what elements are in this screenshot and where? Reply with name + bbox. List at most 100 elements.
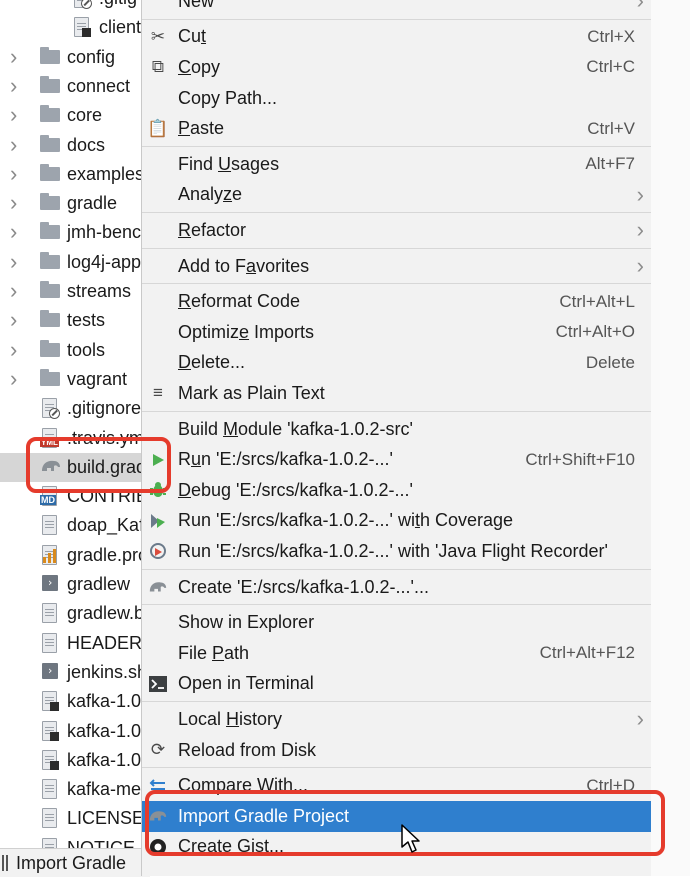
menu-item[interactable]: Delete... Delete — [142, 348, 652, 379]
tool-window-icon[interactable] — [2, 855, 8, 871]
tree-row[interactable]: › tools — [0, 336, 150, 365]
menu-item-label: File Path — [178, 642, 250, 663]
bar-shape — [53, 548, 56, 563]
tree-row[interactable]: › gradle — [0, 189, 150, 218]
tree-row[interactable]: HEADER — [0, 629, 150, 658]
clipboard-icon: 📋 — [147, 118, 169, 138]
chevron-right-icon[interactable]: › — [10, 162, 28, 184]
folder-icon — [40, 134, 62, 155]
menu-item[interactable]: File Path Ctrl+Alt+F12 — [142, 638, 652, 669]
submenu-arrow-icon: › — [636, 0, 644, 14]
tree-item-label: jenkins.sh — [67, 661, 148, 682]
folder-icon — [40, 281, 62, 301]
file-icon — [40, 691, 62, 712]
tree-row[interactable]: gradlew.bat — [0, 599, 150, 628]
tree-row[interactable]: doap_Kafka — [0, 511, 150, 540]
tree-row[interactable]: › connect — [0, 72, 150, 101]
tree-item-label: .gitignore — [67, 398, 142, 419]
tree-row[interactable]: .gitig — [0, 0, 150, 13]
tree-item-label: gradlew.bat — [67, 603, 150, 624]
tree-row[interactable]: › config — [0, 43, 150, 72]
menu-item[interactable]: Refactor › — [142, 215, 652, 246]
tree-row[interactable]: kafka-1.0 — [0, 687, 150, 716]
submenu-arrow-icon: › — [636, 253, 644, 279]
menu-item[interactable]: Analyze › — [142, 180, 652, 211]
menu-item[interactable]: ⧉ Copy Ctrl+C — [142, 52, 652, 83]
menu-item[interactable]: Find Usages Alt+F7 — [142, 149, 652, 180]
tree-row[interactable]: › gradlew — [0, 570, 150, 599]
menu-item[interactable]: Create 'E:/srcs/kafka-1.0.2-...'... — [142, 572, 652, 603]
tree-row[interactable]: › docs — [0, 131, 150, 160]
tree-row[interactable]: .gitignore — [0, 394, 150, 423]
bar-shape — [48, 552, 51, 563]
menu-item-label: Run 'E:/srcs/kafka-1.0.2-...' with 'Java… — [178, 540, 608, 561]
menu-item[interactable]: Add to Favorites › — [142, 251, 652, 282]
bar-shape — [43, 556, 46, 563]
menu-shortcut: Delete — [585, 352, 635, 372]
menu-item-label: Debug 'E:/srcs/kafka-1.0.2-...' — [178, 479, 413, 500]
shell-script-icon: › — [40, 574, 62, 594]
file-icon — [40, 779, 62, 800]
menu-item[interactable]: 📋 Paste Ctrl+V — [142, 113, 652, 144]
chevron-right-icon[interactable]: › — [10, 367, 28, 389]
chevron-right-icon[interactable]: › — [10, 104, 28, 126]
tree-row[interactable]: › vagrant — [0, 365, 150, 394]
menu-item[interactable]: Run 'E:/srcs/kafka-1.0.2-...' with Cover… — [142, 506, 652, 537]
chevron-right-icon[interactable]: › — [10, 133, 28, 155]
menu-item[interactable]: Show in Explorer — [142, 607, 652, 638]
menu-item[interactable]: Local History › — [142, 704, 652, 735]
folder-icon — [40, 222, 62, 242]
tree-row[interactable]: › streams — [0, 277, 150, 306]
tree-row[interactable]: gradle.properties — [0, 541, 150, 570]
chevron-right-icon[interactable]: › — [10, 280, 28, 302]
tree-row[interactable]: client — [0, 13, 150, 42]
folder-shape — [40, 75, 60, 93]
chevron-right-icon[interactable]: › — [10, 45, 28, 67]
menu-item[interactable]: Optimize Imports Ctrl+Alt+O — [142, 317, 652, 348]
menu-item[interactable]: Debug 'E:/srcs/kafka-1.0.2-...' — [142, 475, 652, 506]
coverage-icon — [148, 511, 168, 531]
menu-item[interactable]: ✂ Cut Ctrl+X — [142, 22, 652, 53]
menu-item[interactable]: Reformat Code Ctrl+Alt+L — [142, 286, 652, 317]
menu-item[interactable]: Copy Path... — [142, 83, 652, 114]
tree-row[interactable]: › core — [0, 101, 150, 130]
mouse-cursor-icon — [401, 824, 420, 853]
reload-icon: ⟳ — [150, 740, 166, 760]
menu-item[interactable]: ≡ Mark as Plain Text — [142, 378, 652, 409]
chevron-right-icon[interactable]: › — [10, 338, 28, 360]
chevron-right-icon[interactable]: › — [10, 309, 28, 331]
copy-icon: ⧉ — [151, 57, 165, 77]
menu-item[interactable]: Run 'E:/srcs/kafka-1.0.2-...' with 'Java… — [142, 536, 652, 567]
folder-shape — [40, 134, 60, 152]
chevron-right-icon[interactable]: › — [10, 221, 28, 243]
tree-row[interactable]: LICENSE — [0, 804, 150, 833]
folder-icon — [40, 46, 62, 67]
tree-item-label: kafka-1.0 — [67, 720, 142, 741]
tree-row[interactable]: kafka-1.0 — [0, 717, 150, 746]
binary-badge-icon — [50, 760, 59, 770]
file-icon — [40, 837, 62, 848]
md-badge-icon: MD — [40, 495, 56, 506]
tree-row[interactable]: › tests — [0, 306, 150, 335]
folder-icon — [40, 105, 62, 125]
tree-row[interactable]: NOTICE — [0, 834, 150, 848]
menu-item[interactable]: Run 'E:/srcs/kafka-1.0.2-...' Ctrl+Shift+… — [142, 444, 652, 475]
tree-row[interactable]: › jmh-benc — [0, 218, 150, 247]
chevron-right-icon[interactable]: › — [10, 74, 28, 96]
binary-badge-icon — [82, 28, 91, 38]
tree-row[interactable]: › jenkins.sh — [0, 658, 150, 687]
chevron-right-icon[interactable]: › — [10, 250, 28, 272]
tree-row[interactable]: kafka-1.0 — [0, 746, 150, 775]
tree-row[interactable]: kafka-merge — [0, 775, 150, 804]
menu-item[interactable]: New › — [142, 0, 652, 17]
menu-item-label: Analyze — [178, 184, 243, 205]
tree-row[interactable]: › examples — [0, 160, 150, 189]
file-shape — [42, 837, 57, 848]
menu-item[interactable]: Open in Terminal — [142, 669, 652, 700]
tree-item-label: kafka-1.0 — [67, 691, 142, 712]
tree-row[interactable]: › log4j-app — [0, 248, 150, 277]
menu-item[interactable]: ⟳ Reload from Disk — [142, 735, 652, 766]
tree-item-label: gradlew — [67, 574, 131, 594]
chevron-right-icon[interactable]: › — [10, 192, 28, 214]
menu-item[interactable]: Build Module 'kafka-1.0.2-src' — [142, 414, 652, 445]
